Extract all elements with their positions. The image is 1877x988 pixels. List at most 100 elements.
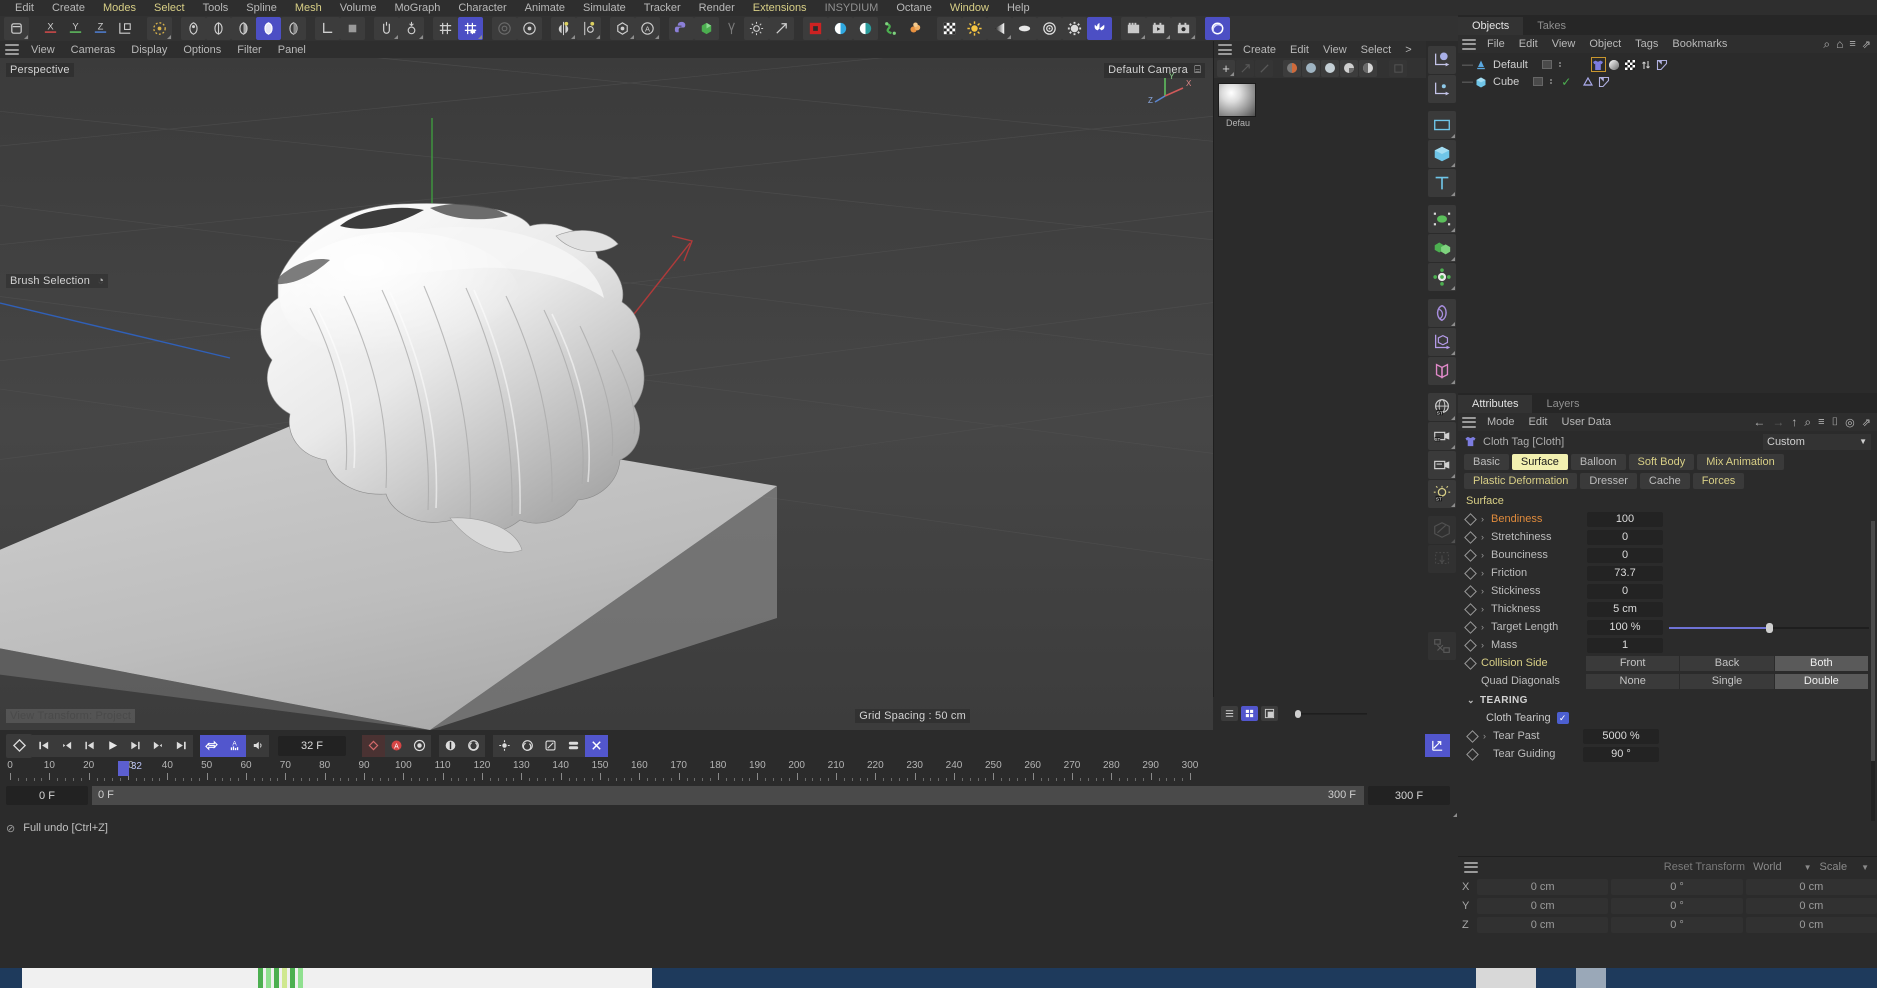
tab-layers[interactable]: Layers: [1532, 395, 1593, 413]
property-tab-balloon[interactable]: Balloon: [1570, 454, 1626, 470]
menu-item-mesh[interactable]: Mesh: [286, 0, 331, 16]
axis-y-icon[interactable]: Y: [63, 17, 88, 40]
property-value-field[interactable]: 73.7: [1587, 565, 1663, 581]
edit-material-button[interactable]: [1255, 59, 1273, 77]
viewport-menu-filter[interactable]: Filter: [229, 42, 269, 58]
coordinate-position-field[interactable]: 0 cm: [1477, 878, 1609, 895]
expand-icon[interactable]: ⇗: [1862, 38, 1871, 51]
menu-item-create[interactable]: Create: [43, 0, 94, 16]
coordinate-size-field[interactable]: 0 cm: [1745, 916, 1877, 933]
visibility-dots[interactable]: [1550, 79, 1553, 84]
object-menu-object[interactable]: Object: [1582, 36, 1628, 52]
menu-item-render[interactable]: Render: [690, 0, 744, 16]
current-frame-field[interactable]: 32 F: [278, 735, 346, 756]
material-hamburger-icon[interactable]: [1218, 44, 1232, 55]
attribute-menu-user-data[interactable]: User Data: [1555, 414, 1619, 430]
coordinate-rotation-field[interactable]: 0 °: [1611, 897, 1743, 914]
cycles-icon[interactable]: [744, 17, 769, 40]
keyframe-diamond-icon[interactable]: [1464, 656, 1477, 670]
taskbar-window-1[interactable]: [22, 968, 652, 988]
property-tab-soft-body[interactable]: Soft Body: [1628, 454, 1695, 470]
coordinate-size-field[interactable]: 0 cm: [1745, 878, 1877, 895]
target-light-icon[interactable]: [1037, 17, 1062, 40]
mograph-icon[interactable]: [1428, 263, 1456, 291]
null-object-icon[interactable]: [1428, 205, 1456, 233]
viewport-menu-cameras[interactable]: Cameras: [63, 42, 124, 58]
coordinate-mode-dropdown[interactable]: Scale ▼: [1820, 861, 1869, 873]
keyframe-selection-icon[interactable]: [362, 734, 385, 757]
filter-icon[interactable]: ≡: [1849, 38, 1855, 50]
settings-gear-icon[interactable]: [1062, 17, 1087, 40]
point-mode-icon[interactable]: [181, 17, 206, 40]
annotation-icon[interactable]: A: [635, 17, 660, 40]
filter-icon[interactable]: ≡: [1818, 416, 1824, 428]
octane-volume-icon[interactable]: [903, 17, 928, 40]
keyframe-diamond-icon[interactable]: [1464, 566, 1477, 580]
preset-dropdown[interactable]: Custom ▼: [1763, 433, 1871, 450]
menu-item-mograph[interactable]: MoGraph: [385, 0, 449, 16]
timeline-curve-button[interactable]: [1425, 734, 1450, 757]
symmetry-mirror-icon[interactable]: [551, 17, 576, 40]
attribute-menu-mode[interactable]: Mode: [1480, 414, 1522, 430]
visibility-toggle[interactable]: [1541, 60, 1552, 69]
keyframe-diamond-icon[interactable]: [1464, 620, 1477, 634]
property-tab-forces[interactable]: Forces: [1692, 473, 1745, 489]
timeline-playhead[interactable]: [117, 761, 129, 776]
snap-enable-icon[interactable]: [374, 17, 399, 40]
menu-item-tools[interactable]: Tools: [194, 0, 238, 16]
pin-icon[interactable]: ◎: [1845, 416, 1855, 429]
tearing-value-field[interactable]: 90 °: [1583, 746, 1659, 762]
axis-x-icon[interactable]: X: [38, 17, 63, 40]
expand-arrow-icon[interactable]: ›: [1481, 568, 1488, 578]
property-value-field[interactable]: 0: [1587, 583, 1663, 599]
render-settings-film-icon[interactable]: [1171, 17, 1196, 40]
keyframe-diamond-icon[interactable]: [1464, 512, 1477, 526]
keyframe-diamond-icon[interactable]: [1464, 602, 1477, 616]
attribute-scrollbar[interactable]: [1871, 521, 1875, 821]
grid-snap-icon[interactable]: [433, 17, 458, 40]
edge-mode-icon[interactable]: [206, 17, 231, 40]
material-menu-create[interactable]: Create: [1236, 42, 1283, 58]
octane-live-icon[interactable]: [828, 17, 853, 40]
object-menu-bookmarks[interactable]: Bookmarks: [1665, 36, 1734, 52]
expand-arrow-icon[interactable]: ›: [1481, 622, 1488, 632]
material-preview-5-icon[interactable]: [1359, 59, 1377, 77]
object-hamburger-icon[interactable]: [1462, 38, 1476, 50]
coordinate-rotation-field[interactable]: 0 °: [1611, 878, 1743, 895]
tag-cloth-tag[interactable]: [1590, 57, 1606, 72]
keyframe-settings-icon[interactable]: [408, 734, 431, 757]
pla-key-icon[interactable]: [493, 734, 516, 757]
property-tab-plastic-deformation[interactable]: Plastic Deformation: [1464, 473, 1578, 489]
tag-material-tag[interactable]: [1608, 58, 1621, 71]
menu-item-animate[interactable]: Animate: [516, 0, 574, 16]
export-link-icon[interactable]: [769, 17, 794, 40]
octane-settings-icon[interactable]: [853, 17, 878, 40]
record-keyframe-button[interactable]: [6, 733, 32, 758]
preview-size-slider[interactable]: [1295, 707, 1367, 720]
property-tab-basic[interactable]: Basic: [1464, 454, 1509, 470]
expand-arrow-icon[interactable]: ›: [1483, 731, 1490, 741]
menu-item-octane[interactable]: Octane: [887, 0, 940, 16]
python-script-icon[interactable]: [669, 17, 694, 40]
viewport-menu-panel[interactable]: Panel: [270, 42, 314, 58]
home-icon[interactable]: ⌂: [1836, 37, 1843, 51]
viewport-menu-display[interactable]: Display: [123, 42, 175, 58]
property-value-field[interactable]: 0: [1587, 547, 1663, 563]
array-object-icon[interactable]: [1428, 234, 1456, 262]
tag-phong-tag[interactable]: [1597, 75, 1610, 88]
grid-view-icon[interactable]: [1241, 706, 1258, 721]
new-material-button[interactable]: +: [1217, 59, 1235, 77]
material-menu-[interactable]: >: [1398, 42, 1418, 58]
go-to-start-button[interactable]: [32, 734, 55, 757]
material-menu-select[interactable]: Select: [1354, 42, 1399, 58]
plane-primitive-icon[interactable]: [1428, 111, 1456, 139]
spot-light-icon[interactable]: [987, 17, 1012, 40]
tag-collider-tag[interactable]: [1581, 75, 1594, 88]
material-preview-1-icon[interactable]: [1283, 59, 1301, 77]
menu-item-select[interactable]: Select: [145, 0, 194, 16]
object-row[interactable]: — Cube ✓: [1458, 73, 1877, 90]
segment-option-back[interactable]: Back: [1680, 655, 1775, 671]
keyframe-diamond-icon[interactable]: [1466, 729, 1479, 743]
point-key-icon[interactable]: [539, 734, 562, 757]
world-object-axis-icon[interactable]: [113, 17, 138, 40]
